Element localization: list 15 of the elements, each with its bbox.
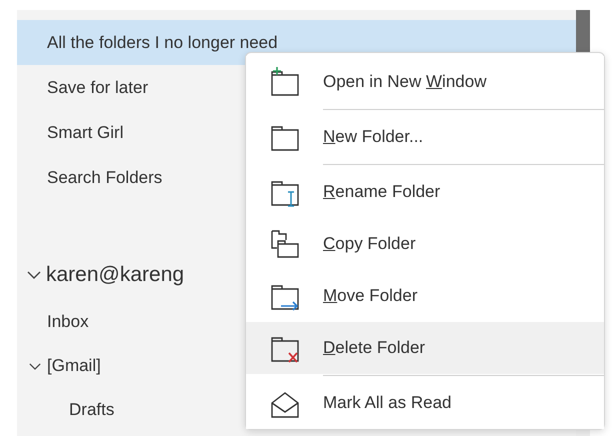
account-name[interactable]: karen@kareng: [46, 263, 184, 287]
menu-item[interactable]: Delete Folder: [246, 322, 604, 374]
menu-item[interactable]: Open in New Window: [246, 56, 604, 108]
chevron-icon[interactable]: [27, 270, 41, 280]
menu-item[interactable]: Move Folder: [246, 270, 604, 322]
folder-item[interactable]: Inbox: [47, 312, 89, 332]
menu-item[interactable]: Mark All as Read: [246, 377, 604, 429]
folder-item[interactable]: [Gmail]: [47, 356, 101, 376]
chevron-icon[interactable]: [29, 362, 41, 370]
folder-plus-icon: [269, 66, 301, 98]
menu-item[interactable]: New Folder...: [246, 111, 604, 163]
menu-item[interactable]: Copy Folder: [246, 218, 604, 270]
menu-item[interactable]: Rename Folder: [246, 166, 604, 218]
folders-icon: [269, 228, 301, 260]
folder-item[interactable]: Drafts: [69, 400, 114, 420]
